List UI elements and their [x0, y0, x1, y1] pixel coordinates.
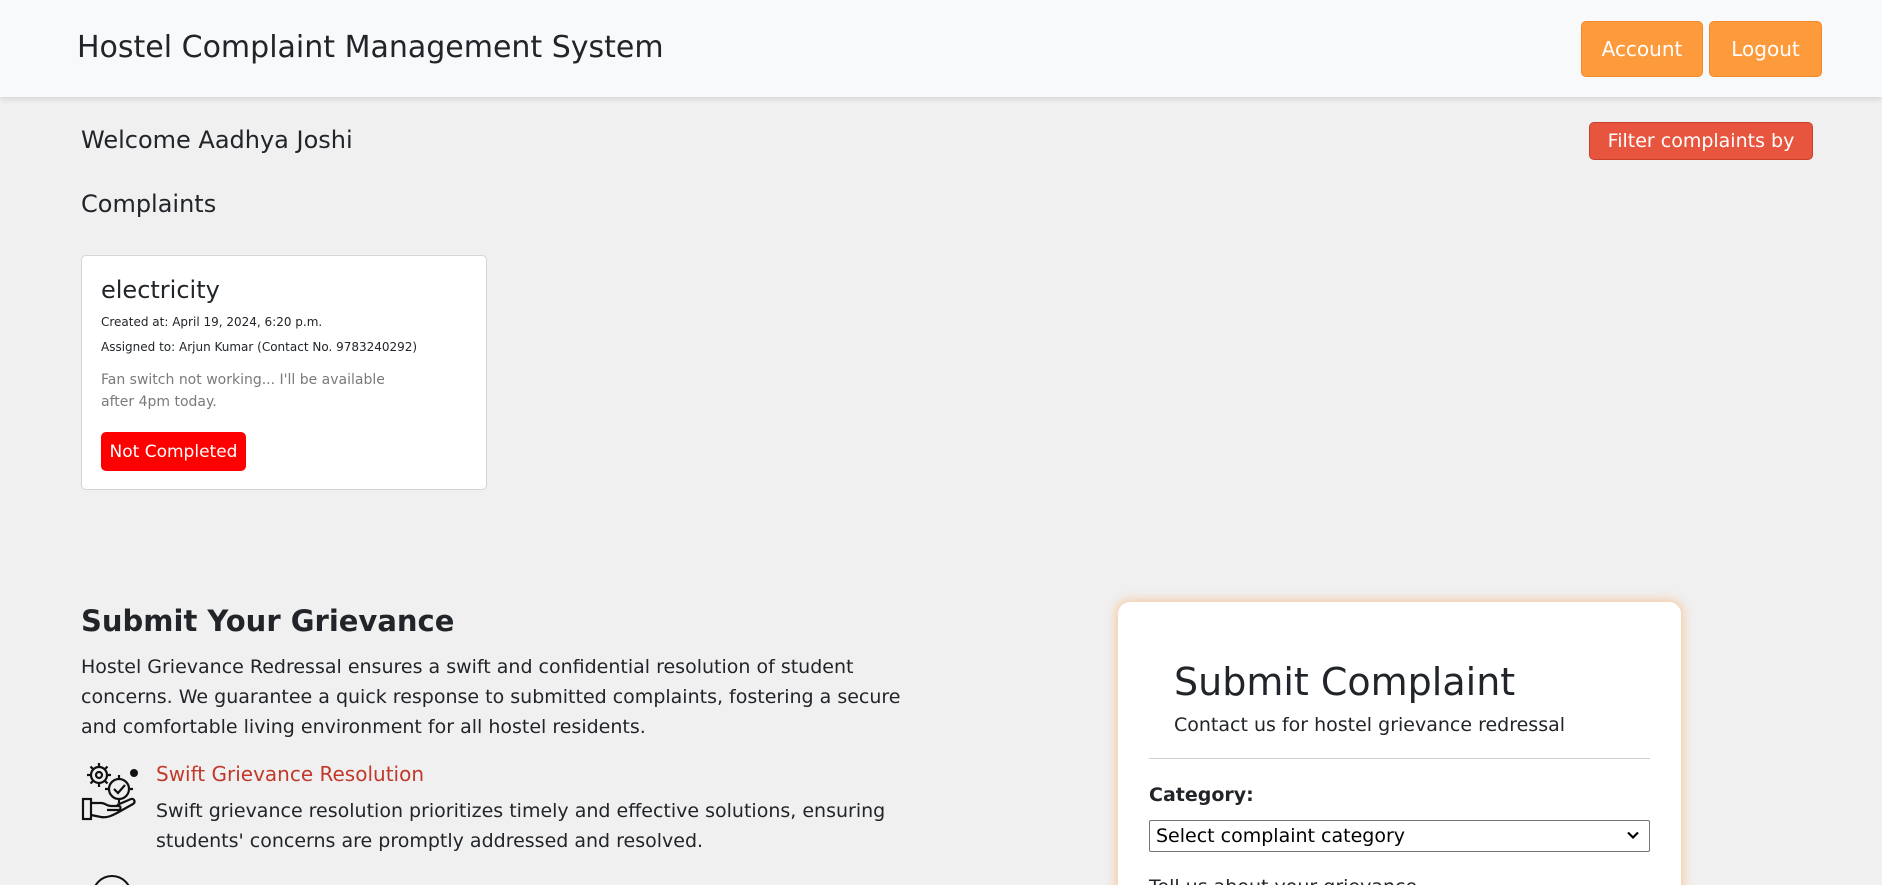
- submit-complaint-form: Submit Complaint Contact us for hostel g…: [1118, 602, 1681, 885]
- welcome-message: Welcome Aadhya Joshi: [81, 126, 353, 154]
- form-subtitle: Contact us for hostel grievance redressa…: [1174, 714, 1566, 736]
- brand-title[interactable]: Hostel Complaint Management System: [77, 30, 664, 65]
- complaint-assigned-to: Assigned to: Arjun Kumar (Contact No. 97…: [101, 340, 418, 354]
- complaint-description: Fan switch not working... I'll be availa…: [101, 372, 385, 410]
- complaint-category: electricity: [101, 276, 220, 304]
- form-divider: [1149, 758, 1650, 759]
- form-title: Submit Complaint: [1174, 660, 1516, 704]
- gear-hand-check-icon: [81, 763, 138, 821]
- logout-button[interactable]: Logout: [1709, 21, 1822, 77]
- feature-swift-resolution-text: Swift grievance resolution prioritizes t…: [156, 800, 886, 852]
- status-badge[interactable]: Not Completed: [101, 432, 246, 471]
- category-select[interactable]: Select complaint category: [1149, 820, 1650, 852]
- second-feature-icon: [92, 875, 132, 885]
- navbar: Hostel Complaint Management System Accou…: [0, 0, 1882, 97]
- grievance-description: Hostel Grievance Redressal ensures a swi…: [81, 656, 901, 738]
- filter-complaints-button[interactable]: Filter complaints by: [1589, 122, 1813, 160]
- complaint-card: electricity Created at: April 19, 2024, …: [81, 255, 487, 490]
- category-label: Category:: [1149, 784, 1254, 806]
- complaints-heading: Complaints: [81, 190, 217, 218]
- complaint-created-at: Created at: April 19, 2024, 6:20 p.m.: [101, 315, 323, 329]
- grievance-field-label: Tell us about your grievance: [1149, 876, 1417, 885]
- feature-swift-resolution-title: Swift Grievance Resolution: [156, 762, 425, 786]
- chevron-down-icon: [1627, 831, 1639, 840]
- grievance-section-title: Submit Your Grievance: [81, 604, 455, 638]
- account-button[interactable]: Account: [1581, 21, 1703, 77]
- category-selected-value: Select complaint category: [1156, 825, 1405, 847]
